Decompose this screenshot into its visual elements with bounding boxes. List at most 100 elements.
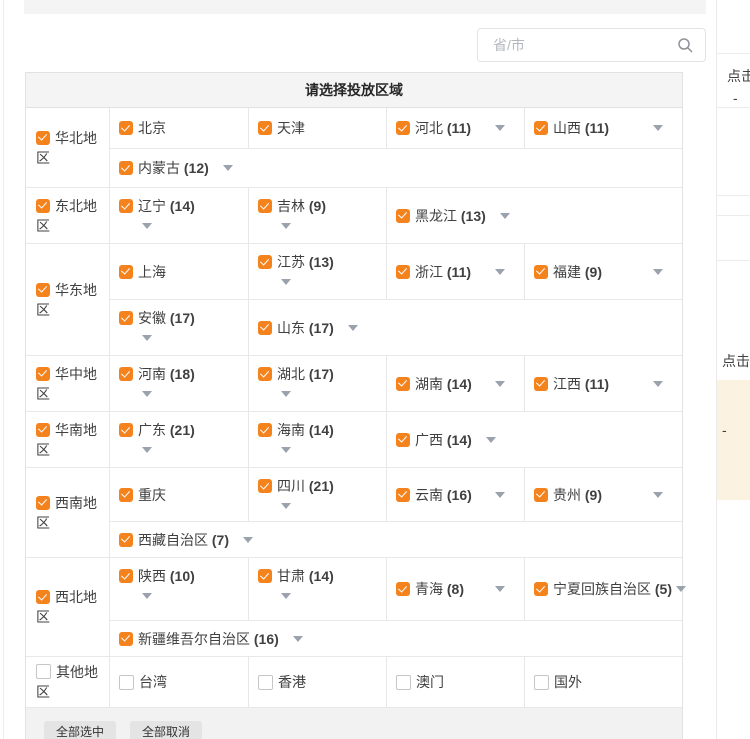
region-checkbox[interactable] [36,131,50,145]
province-cell[interactable]: 天津 [249,108,387,148]
province-cell[interactable]: 辽宁 (14) [110,188,249,243]
region-checkbox[interactable] [36,367,50,381]
chevron-down-icon[interactable] [281,391,291,397]
region-group-cell[interactable]: 其他地区 [26,657,110,707]
province-cell[interactable]: 重庆 [110,468,249,521]
search-icon[interactable] [677,37,693,53]
province-cell[interactable]: 上海 [110,244,249,299]
province-checkbox[interactable] [396,582,410,596]
chevron-down-icon[interactable] [142,335,152,341]
chevron-down-icon[interactable] [495,492,505,498]
chevron-down-icon[interactable] [281,223,291,229]
chevron-down-icon[interactable] [495,125,505,131]
province-cell[interactable]: 西藏自治区 (7) [110,522,682,557]
province-cell[interactable]: 河南 (18) [110,356,249,411]
region-checkbox[interactable] [36,664,51,679]
province-checkbox[interactable] [119,121,133,135]
province-cell[interactable]: 湖北 (17) [249,356,387,411]
province-checkbox[interactable] [258,199,272,213]
province-cell[interactable]: 国外 [525,657,682,707]
region-group-cell[interactable]: 东北地区 [26,188,110,243]
chevron-down-icon[interactable] [653,269,663,275]
province-checkbox[interactable] [534,265,548,279]
province-checkbox[interactable] [119,533,133,547]
province-checkbox[interactable] [119,265,133,279]
province-cell[interactable]: 四川 (21) [249,468,387,521]
province-checkbox[interactable] [534,582,548,596]
province-checkbox[interactable] [396,265,410,279]
region-group-cell[interactable]: 华中地区 [26,356,110,411]
chevron-down-icon[interactable] [495,269,505,275]
region-checkbox[interactable] [36,590,50,604]
province-checkbox[interactable] [119,161,133,175]
province-checkbox[interactable] [396,433,410,447]
search-input[interactable] [491,36,677,54]
province-checkbox[interactable] [258,675,273,690]
province-checkbox[interactable] [396,675,411,690]
province-checkbox[interactable] [119,632,133,646]
province-cell[interactable]: 新疆维吾尔自治区 (16) [110,621,682,656]
province-cell[interactable]: 吉林 (9) [249,188,387,243]
region-checkbox[interactable] [36,496,50,510]
chevron-down-icon[interactable] [281,503,291,509]
province-cell[interactable]: 河北 (11) [387,108,525,148]
province-checkbox[interactable] [119,569,133,583]
province-checkbox[interactable] [119,367,133,381]
province-cell[interactable]: 山东 (17) [249,300,682,355]
province-checkbox[interactable] [534,377,548,391]
province-checkbox[interactable] [258,367,272,381]
province-checkbox[interactable] [534,675,549,690]
province-cell[interactable]: 安徽 (17) [110,300,249,355]
province-checkbox[interactable] [119,488,133,502]
province-checkbox[interactable] [258,479,272,493]
region-group-cell[interactable]: 西北地区 [26,558,110,656]
province-cell[interactable]: 台湾 [110,657,249,707]
chevron-down-icon[interactable] [223,165,233,171]
chevron-down-icon[interactable] [281,593,291,599]
province-cell[interactable]: 陕西 (10) [110,558,249,620]
chevron-down-icon[interactable] [653,125,663,131]
chevron-down-icon[interactable] [348,325,358,331]
chevron-down-icon[interactable] [653,381,663,387]
province-checkbox[interactable] [119,423,133,437]
region-group-cell[interactable]: 华南地区 [26,412,110,467]
province-checkbox[interactable] [258,121,272,135]
province-cell[interactable]: 黑龙江 (13) [387,188,682,243]
province-checkbox[interactable] [396,377,410,391]
chevron-down-icon[interactable] [142,593,152,599]
select-all-button[interactable]: 全部选中 [44,721,116,739]
province-checkbox[interactable] [396,488,410,502]
province-checkbox[interactable] [119,311,133,325]
province-checkbox[interactable] [258,321,272,335]
region-group-cell[interactable]: 西南地区 [26,468,110,557]
province-checkbox[interactable] [396,121,410,135]
province-checkbox[interactable] [534,488,548,502]
region-group-cell[interactable]: 华北地区 [26,108,110,187]
deselect-all-button[interactable]: 全部取消 [130,721,202,739]
province-cell[interactable]: 山西 (11) [525,108,682,148]
chevron-down-icon[interactable] [676,586,686,592]
province-cell[interactable]: 海南 (14) [249,412,387,467]
province-cell[interactable]: 浙江 (11) [387,244,525,299]
province-cell[interactable]: 广西 (14) [387,412,682,467]
province-cell[interactable]: 贵州 (9) [525,468,682,521]
province-cell[interactable]: 香港 [249,657,387,707]
province-checkbox[interactable] [534,121,548,135]
chevron-down-icon[interactable] [495,381,505,387]
province-checkbox[interactable] [258,255,272,269]
province-checkbox[interactable] [119,675,134,690]
province-cell[interactable]: 青海 (8) [387,558,525,620]
province-checkbox[interactable] [258,423,272,437]
region-checkbox[interactable] [36,199,50,213]
province-cell[interactable]: 江西 (11) [525,356,682,411]
chevron-down-icon[interactable] [243,537,253,543]
chevron-down-icon[interactable] [653,492,663,498]
chevron-down-icon[interactable] [142,391,152,397]
province-cell[interactable]: 澳门 [387,657,525,707]
province-cell[interactable]: 云南 (16) [387,468,525,521]
chevron-down-icon[interactable] [142,447,152,453]
chevron-down-icon[interactable] [281,447,291,453]
province-cell[interactable]: 宁夏回族自治区 (5) [525,558,682,620]
province-cell[interactable]: 北京 [110,108,249,148]
province-checkbox[interactable] [119,199,133,213]
